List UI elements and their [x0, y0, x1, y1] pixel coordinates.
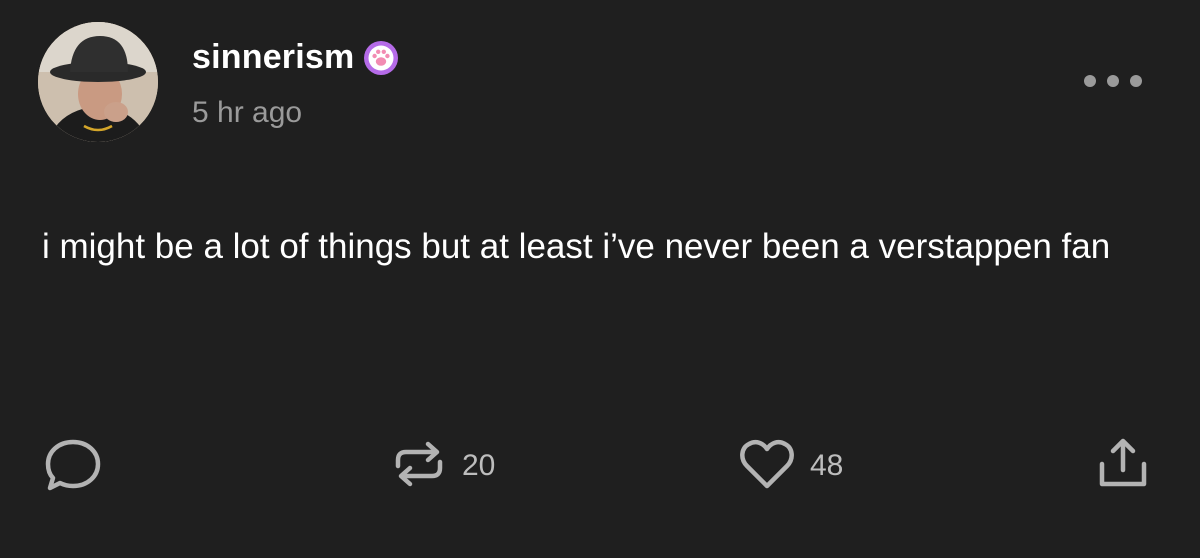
dot: [1107, 75, 1119, 87]
username[interactable]: sinnerism: [192, 38, 354, 77]
paw-badge-icon: [362, 39, 400, 77]
reblog-icon: [388, 434, 450, 499]
author-row: sinnerism: [192, 38, 400, 77]
comment-icon: [42, 434, 104, 499]
like-button[interactable]: 48: [736, 436, 843, 496]
like-count: 48: [810, 449, 844, 482]
dot: [1130, 75, 1142, 87]
share-button[interactable]: [1092, 436, 1154, 496]
avatar[interactable]: [38, 22, 158, 142]
post-card: sinnerism 5 hr ago i might be a lot of t…: [0, 0, 1200, 558]
reblog-count: 20: [462, 449, 496, 482]
reply-button[interactable]: [42, 436, 104, 496]
post-timestamp: 5 hr ago: [192, 96, 303, 129]
heart-icon: [736, 434, 798, 499]
share-icon: [1092, 434, 1154, 499]
reblog-button[interactable]: 20: [388, 436, 495, 496]
post-body: i might be a lot of things but at least …: [42, 227, 1111, 266]
dot: [1084, 75, 1096, 87]
more-options-icon[interactable]: [1084, 66, 1142, 96]
